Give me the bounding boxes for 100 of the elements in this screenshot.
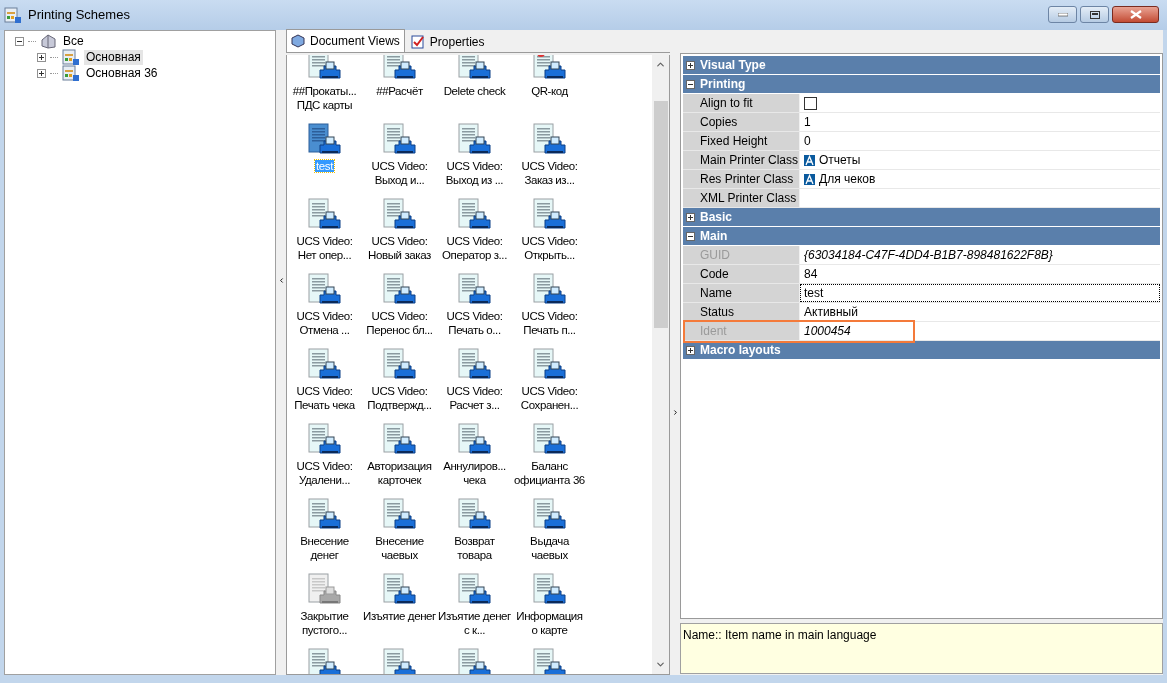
view-item[interactable]: UCS Video: Заказ из... [512, 123, 587, 198]
view-label: Закрытие пустого... [299, 609, 350, 637]
tree-item[interactable]: Все [61, 33, 86, 49]
property-value: Для чеков [819, 171, 876, 188]
view-item[interactable]: Delete check [437, 55, 512, 123]
view-label: ##Расчёт [375, 84, 424, 98]
scrollbar[interactable] [652, 55, 669, 674]
view-item[interactable]: UCS Video: Сохранен... [512, 348, 587, 423]
expand-panel-icon[interactable] [671, 407, 679, 418]
view-label: UCS Video: Отмена ... [295, 309, 354, 337]
close-button[interactable] [1112, 6, 1159, 23]
section-header[interactable]: Macro layouts [683, 341, 1160, 359]
view-label: Баланс официанта 36 [513, 459, 586, 487]
property-value: 0 [804, 133, 811, 150]
view-item[interactable]: ##Расчёт [362, 55, 437, 123]
property-label: GUID [683, 246, 800, 264]
view-label: UCS Video: Заказ из... [520, 159, 579, 187]
view-label: test [314, 159, 335, 173]
view-item[interactable]: Баланс официанта 36 [512, 423, 587, 498]
view-label: UCS Video: Удалени... [295, 459, 354, 487]
class-icon [804, 154, 815, 166]
view-item[interactable]: Внесение денег [287, 498, 362, 573]
section-title: Main [700, 228, 728, 245]
view-label: Изъятие денег [362, 609, 437, 623]
view-item[interactable]: Информация о карте [512, 573, 587, 648]
property-value: 1000454 [804, 323, 851, 340]
view-label: Информация о карте [515, 609, 584, 637]
tree-item[interactable]: Основная 36 [84, 65, 160, 81]
property-value: 1 [804, 114, 811, 131]
view-label: Аннулиров... чека [442, 459, 507, 487]
view-label: Выдача чаевых [529, 534, 571, 562]
collapse-icon [686, 231, 695, 241]
view-item[interactable]: UCS Video: Отмена ... [287, 273, 362, 348]
view-label: Внесение чаевых [374, 534, 425, 562]
section-header[interactable]: Basic [683, 208, 1160, 226]
view-item[interactable]: UCS Video: Печать о... [437, 273, 512, 348]
property-value: Активный [804, 304, 858, 321]
view-item[interactable]: UCS Video: Оператор з... [437, 198, 512, 273]
maximize-icon [1089, 10, 1100, 19]
section-header[interactable]: Visual Type [683, 56, 1160, 74]
view-item[interactable]: UCS Video: Открыть... [512, 198, 587, 273]
view-item[interactable]: UCS Video: Новый заказ [362, 198, 437, 273]
view-item[interactable]: UCS Video: Нет опер... [287, 198, 362, 273]
view-item[interactable]: Изъятие денег с к... [437, 573, 512, 648]
description-text: Name:: Item name in main language [683, 628, 877, 642]
view-item[interactable]: UCS Video: Печать п... [512, 273, 587, 348]
view-item[interactable]: UCS Video: Печать чека [287, 348, 362, 423]
view-item[interactable]: QR-код [512, 55, 587, 123]
scheme-icon [4, 6, 22, 24]
checklist-icon [410, 34, 425, 49]
section-header[interactable]: Printing [683, 75, 1160, 93]
tree-item[interactable]: Основная [84, 49, 143, 65]
view-label: UCS Video: Сохранен... [519, 384, 580, 412]
view-label: UCS Video: Печать п... [520, 309, 579, 337]
maximize-button[interactable] [1080, 6, 1109, 23]
view-item[interactable]: Внесение чаевых [362, 498, 437, 573]
checkbox[interactable] [804, 96, 817, 110]
collapse-panel-icon[interactable] [277, 275, 285, 285]
view-item[interactable]: Выдача чаевых [512, 498, 587, 573]
collapse-icon [686, 79, 695, 89]
view-label: ##Прокаты... ПДС карты [291, 84, 358, 112]
view-label: Возврат товара [453, 534, 496, 562]
view-item[interactable]: Авторизация карточек [362, 423, 437, 498]
property-value: {63034184-C47F-4DD4-B1B7-898481622F8B} [804, 247, 1053, 264]
view-item[interactable]: Аннулиров... чека [437, 423, 512, 498]
view-label: UCS Video: Нет опер... [295, 234, 354, 262]
scheme-icon [62, 48, 80, 66]
scroll-down-icon [655, 659, 666, 670]
view-item[interactable]: UCS Video: Перенос бл... [362, 273, 437, 348]
expand-toggle[interactable] [37, 68, 46, 78]
view-label: UCS Video: Оператор з... [441, 234, 508, 262]
view-item[interactable]: UCS Video: Удалени... [287, 423, 362, 498]
view-label: Внесение денег [299, 534, 350, 562]
view-label: UCS Video: Перенос бл... [365, 309, 434, 337]
scroll-thumb[interactable] [653, 101, 668, 328]
section-title: Macro layouts [700, 342, 781, 359]
house-icon [40, 33, 57, 49]
tab[interactable]: Document Views [286, 29, 405, 52]
tab[interactable]: Properties [406, 31, 489, 52]
property-label: Align to fit [683, 94, 800, 112]
section-title: Visual Type [700, 57, 766, 74]
view-label: UCS Video: Печать чека [293, 384, 356, 412]
property-label: XML Printer Class [683, 189, 800, 207]
expand-icon [686, 345, 695, 355]
view-item[interactable]: UCS Video: Выход и... [362, 123, 437, 198]
view-item[interactable]: ##Прокаты... ПДС карты [287, 55, 362, 123]
property-value: Отчеты [819, 152, 861, 169]
property-value: test [804, 285, 824, 302]
view-item[interactable]: UCS Video: Расчет з... [437, 348, 512, 423]
expand-toggle[interactable] [37, 52, 46, 62]
view-label: UCS Video: Новый заказ [367, 234, 432, 262]
property-label: Res Printer Class [683, 170, 800, 188]
view-item[interactable]: Возврат товара [437, 498, 512, 573]
view-item[interactable]: UCS Video: Выход из ... [437, 123, 512, 198]
section-header[interactable]: Main [683, 227, 1160, 245]
property-label: Name [683, 284, 800, 302]
collapse-toggle[interactable] [15, 36, 24, 46]
view-item[interactable]: Изъятие денег [362, 573, 437, 648]
view-item[interactable]: UCS Video: Подтвержд... [362, 348, 437, 423]
view-label: Delete check [442, 84, 507, 98]
